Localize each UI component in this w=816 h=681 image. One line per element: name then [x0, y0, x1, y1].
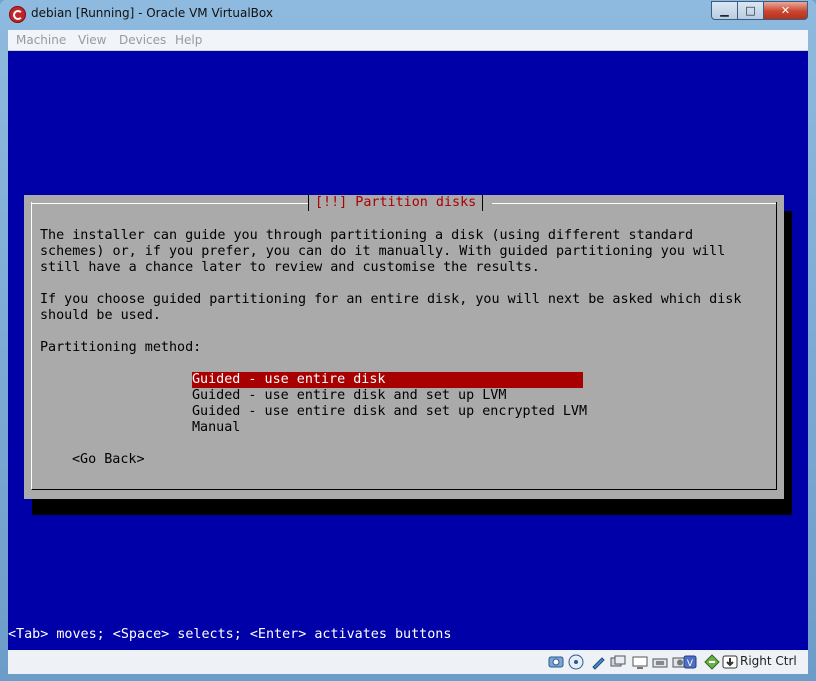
network-icon[interactable] [652, 654, 668, 670]
frame-top-left [31, 203, 308, 204]
display-icon[interactable] [632, 654, 648, 670]
maximize-button[interactable]: □ [738, 1, 764, 20]
window-controls: ▁ □ ✕ [711, 1, 808, 20]
partitioning-method-label: Partitioning method: [40, 340, 202, 355]
status-bar: V Right Ctrl [8, 650, 808, 674]
window-title: debian [Running] - Oracle VM VirtualBox [31, 6, 273, 20]
title-bar[interactable]: debian [Running] - Oracle VM VirtualBox … [0, 0, 816, 30]
menu-bar: Machine View Devices Help [8, 30, 808, 51]
mouse-integration-icon[interactable] [704, 654, 720, 670]
paragraph2-line1: If you choose guided partitioning for an… [40, 292, 742, 307]
paragraph1-line3: still have a chance later to review and … [40, 260, 540, 275]
host-key-label: Right Ctrl [740, 654, 797, 668]
debian-app-icon [9, 6, 26, 23]
minimize-button[interactable]: ▁ [711, 1, 738, 20]
optical-drive-icon[interactable] [568, 654, 584, 670]
shared-folders-icon[interactable] [610, 654, 626, 670]
menu-machine[interactable]: Machine [16, 33, 66, 47]
frame-top-right [492, 203, 776, 204]
dialog-title: [!!] Partition disks [308, 195, 484, 211]
option-guided-lvm[interactable]: Guided - use entire disk and set up LVM [192, 388, 583, 404]
option-guided-entire-disk[interactable]: Guided - use entire disk [192, 372, 583, 388]
svg-text:V: V [687, 659, 694, 669]
paragraph2-line2: should be used. [40, 308, 161, 323]
virtualbox-window: debian [Running] - Oracle VM VirtualBox … [0, 0, 816, 681]
keyboard-icon[interactable] [722, 654, 738, 670]
close-button[interactable]: ✕ [764, 1, 808, 20]
usb-icon[interactable] [590, 654, 606, 670]
option-guided-encrypted-lvm[interactable]: Guided - use entire disk and set up encr… [192, 404, 587, 420]
keyboard-help-line: <Tab> moves; <Space> selects; <Enter> ac… [8, 627, 452, 642]
partition-dialog: [!!] Partition disks The installer can g… [24, 195, 784, 499]
hard-disk-icon[interactable] [548, 654, 564, 670]
option-manual[interactable]: Manual [192, 420, 583, 436]
guest-additions-icon[interactable]: V [682, 654, 698, 670]
go-back-button[interactable]: <Go Back> [72, 452, 145, 468]
menu-view[interactable]: View [78, 33, 106, 47]
menu-devices[interactable]: Devices [119, 33, 166, 47]
paragraph1-line1: The installer can guide you through part… [40, 228, 694, 243]
vm-screen[interactable]: [!!] Partition disks The installer can g… [8, 51, 808, 650]
menu-help[interactable]: Help [175, 33, 202, 47]
paragraph1-line2: schemes) or, if you prefer, you can do i… [40, 244, 726, 259]
